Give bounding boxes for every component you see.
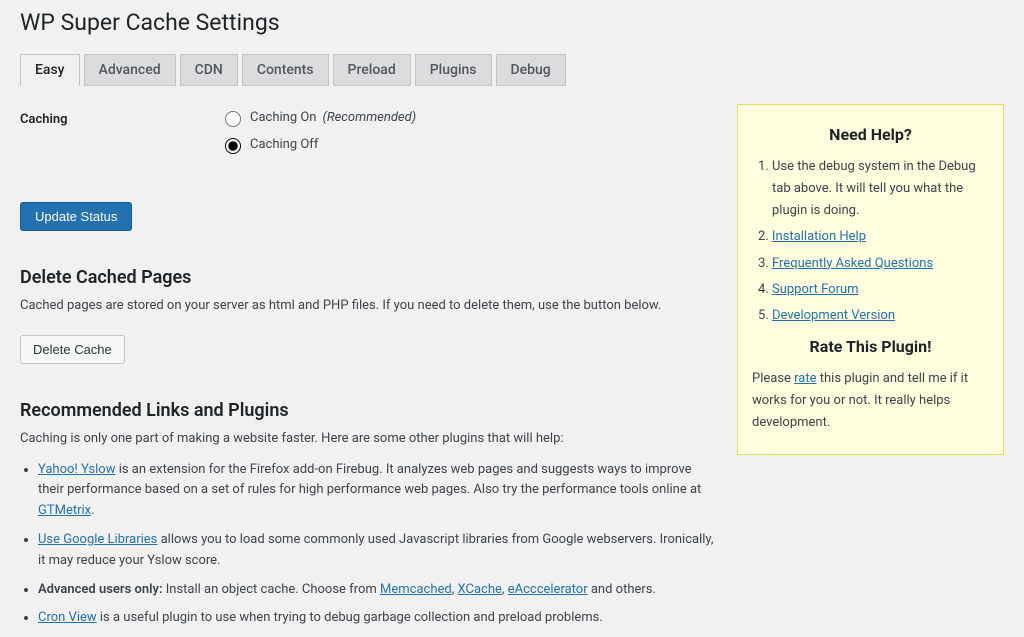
google-lib-link[interactable]: Use Google Libraries (38, 532, 157, 547)
caching-label: Caching (20, 108, 220, 127)
delete-heading: Delete Cached Pages (20, 267, 717, 288)
advanced-label: Advanced users only: (38, 582, 163, 597)
rate-plugin-heading: Rate This Plugin! (752, 333, 989, 360)
memcached-link[interactable]: Memcached (380, 582, 452, 597)
gtmetrix-link[interactable]: GTMetrix (38, 503, 91, 518)
cron-view-link[interactable]: Cron View (38, 610, 97, 625)
update-status-button[interactable]: Update Status (20, 202, 132, 231)
tab-cdn[interactable]: CDN (180, 54, 238, 86)
recommended-intro: Caching is only one part of making a web… (20, 429, 717, 450)
recommended-list: Yahoo! Yslow is an extension for the Fir… (20, 460, 717, 630)
help-sidebar: Need Help? Use the debug system in the D… (737, 104, 1004, 455)
delete-cache-button[interactable]: Delete Cache (20, 335, 125, 364)
caching-on-label: Caching On (250, 110, 317, 125)
faq-link[interactable]: Frequently Asked Questions (772, 256, 933, 271)
delete-desc: Cached pages are stored on your server a… (20, 296, 717, 317)
advanced-text1: Install an object cache. Choose from (163, 582, 381, 597)
tab-contents[interactable]: Contents (242, 54, 329, 86)
rec-item-advanced: Advanced users only: Install an object c… (38, 580, 717, 601)
caching-on-recommended: (Recommended) (323, 110, 417, 125)
xcache-link[interactable]: XCache (458, 582, 502, 597)
caching-off-row[interactable]: Caching Off (220, 135, 717, 154)
tab-easy[interactable]: Easy (20, 54, 80, 86)
tab-advanced[interactable]: Advanced (84, 54, 176, 86)
caching-off-radio[interactable] (225, 138, 241, 154)
cron-text: is a useful plugin to use when trying to… (97, 610, 603, 625)
advanced-text2: and others. (588, 582, 656, 597)
recommended-heading: Recommended Links and Plugins (20, 400, 717, 421)
rec-item-cron: Cron View is a useful plugin to use when… (38, 608, 717, 629)
rec-item-yslow: Yahoo! Yslow is an extension for the Fir… (38, 460, 717, 522)
page-title: WP Super Cache Settings (20, 0, 1004, 40)
development-version-link[interactable]: Development Version (772, 308, 895, 323)
rate-plugin-text: Please rate this plugin and tell me if i… (752, 368, 989, 434)
yslow-link[interactable]: Yahoo! Yslow (38, 462, 115, 477)
need-help-heading: Need Help? (752, 121, 989, 148)
installation-help-link[interactable]: Installation Help (772, 229, 866, 244)
yslow-text1: is an extension for the Firefox add-on F… (38, 462, 701, 498)
tab-debug[interactable]: Debug (496, 54, 566, 86)
rate-link[interactable]: rate (794, 371, 816, 386)
caching-on-radio[interactable] (225, 111, 241, 127)
support-forum-link[interactable]: Support Forum (772, 282, 859, 297)
tab-preload[interactable]: Preload (333, 54, 411, 86)
caching-off-label: Caching Off (250, 137, 318, 152)
nav-tabs: Easy Advanced CDN Contents Preload Plugi… (20, 54, 1004, 86)
rec-item-google-lib: Use Google Libraries allows you to load … (38, 530, 717, 572)
help-item-debug: Use the debug system in the Debug tab ab… (772, 156, 989, 222)
eaccelerator-link[interactable]: eAcccelerator (508, 582, 588, 597)
caching-on-row[interactable]: Caching On (Recommended) (220, 108, 717, 127)
yslow-end: . (91, 503, 94, 518)
main-content: Caching Caching On (Recommended) Caching… (20, 108, 717, 637)
tab-plugins[interactable]: Plugins (415, 54, 492, 86)
